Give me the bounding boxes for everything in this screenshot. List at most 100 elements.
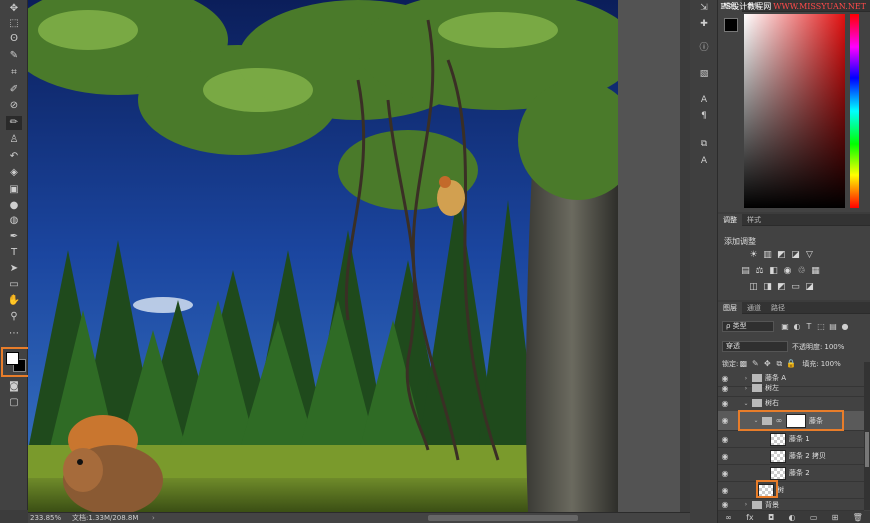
gradient-icon[interactable]: ▣ <box>6 183 22 197</box>
horizontal-scrollbar[interactable] <box>428 515 578 521</box>
chevron-right-icon[interactable]: › <box>742 385 750 392</box>
healing-icon[interactable]: ⊘ <box>6 99 22 113</box>
lock-artboard-icon[interactable]: ⧉ <box>774 359 784 369</box>
character-styles-icon[interactable]: A <box>697 155 711 168</box>
eye-icon[interactable]: ◉ <box>718 399 732 408</box>
eyedropper-icon[interactable]: ✐ <box>6 83 22 97</box>
blend-mode-select[interactable]: 穿透 <box>722 341 788 352</box>
foreground-color[interactable] <box>6 352 19 365</box>
lasso-icon[interactable]: ʘ <box>6 32 22 46</box>
eye-icon[interactable]: ◉ <box>718 416 732 425</box>
photo-filter-icon[interactable]: ◉ <box>782 266 793 276</box>
magic-wand-icon[interactable]: ✎ <box>6 49 22 63</box>
layers-scrollbar[interactable] <box>864 362 870 510</box>
layer-row[interactable]: ◉ 藤条 2 拷贝 <box>718 448 864 465</box>
tab-styles[interactable]: 样式 <box>742 214 766 226</box>
chevron-right-icon[interactable]: › <box>742 501 750 508</box>
add-mask-icon[interactable]: ◘ <box>768 513 774 522</box>
filter-type-select[interactable]: ρ 类型 <box>722 321 774 332</box>
brush-icon[interactable]: ✏ <box>6 116 22 130</box>
levels-icon[interactable]: ▥ <box>762 250 773 260</box>
filter-smart-icon[interactable]: ▤ <box>828 322 838 332</box>
posterize-icon[interactable]: ◨ <box>762 282 773 292</box>
panel-foreground-swatch[interactable] <box>724 18 738 32</box>
lock-all-icon[interactable]: 🔒 <box>786 359 796 369</box>
exposure-icon[interactable]: ◪ <box>790 250 801 260</box>
curves-icon[interactable]: ◩ <box>776 250 787 260</box>
tab-adjustments[interactable]: 调整 <box>718 213 742 226</box>
eye-icon[interactable]: ◉ <box>718 500 732 509</box>
layer-row[interactable]: ◉ 藤条 2 <box>718 465 864 482</box>
status-menu-arrow[interactable]: › <box>152 514 162 522</box>
lock-pixels-icon[interactable]: ▩ <box>738 359 748 369</box>
eye-icon[interactable]: ◉ <box>718 435 732 444</box>
character-icon[interactable]: A <box>697 94 711 107</box>
channel-mixer-icon[interactable]: ♲ <box>796 266 807 276</box>
trash-icon[interactable]: 🗑 <box>853 513 863 522</box>
filter-adjust-icon[interactable]: ◐ <box>792 322 802 332</box>
pen-icon[interactable]: ✒ <box>6 230 22 244</box>
hand-icon[interactable]: ✋ <box>6 294 22 308</box>
filter-pixel-icon[interactable]: ▣ <box>780 322 790 332</box>
layer-row[interactable]: ◉ 树 <box>718 482 864 499</box>
new-layer-icon[interactable]: ⊞ <box>832 513 839 522</box>
color-lookup-icon[interactable]: ▦ <box>810 266 821 276</box>
filter-type-icon[interactable]: T <box>804 322 814 332</box>
hue-sat-icon[interactable]: ▤ <box>740 266 751 276</box>
shape-icon[interactable]: ▭ <box>6 278 22 292</box>
eye-icon[interactable]: ◉ <box>718 486 732 495</box>
layer-row[interactable]: ◉ 藤条 1 <box>718 431 864 448</box>
lock-brush-icon[interactable]: ✎ <box>750 359 760 369</box>
tab-layers[interactable]: 图层 <box>718 301 742 314</box>
link-layers-icon[interactable]: ∞ <box>725 513 732 522</box>
eye-icon[interactable]: ◉ <box>718 384 732 393</box>
crop-icon[interactable]: ⌗ <box>6 66 22 80</box>
color-swatch-highlight[interactable] <box>1 347 31 377</box>
lock-move-icon[interactable]: ✥ <box>762 359 772 369</box>
marquee-icon[interactable]: ⬚ <box>6 17 22 31</box>
chevron-down-icon[interactable]: ⌄ <box>742 400 750 407</box>
invert-icon[interactable]: ◫ <box>748 282 759 292</box>
move-icon[interactable]: ✥ <box>6 2 22 16</box>
eraser-icon[interactable]: ◈ <box>6 166 22 180</box>
zoom-icon[interactable]: ⚲ <box>6 310 22 324</box>
quick-mask-icon[interactable]: ◙ <box>6 380 22 394</box>
layer-row-group[interactable]: ◉ › 背景 <box>718 499 864 511</box>
stamp-icon[interactable]: ♙ <box>6 133 22 147</box>
brush-presets-icon[interactable]: ▧ <box>697 68 711 81</box>
hue-slider[interactable] <box>850 14 859 208</box>
eye-icon[interactable]: ◉ <box>718 469 732 478</box>
dodge-icon[interactable]: ◍ <box>6 214 22 228</box>
brightness-icon[interactable]: ☀ <box>748 250 759 260</box>
type-icon[interactable]: T <box>6 246 22 260</box>
actions-icon[interactable]: ✚ <box>697 18 711 31</box>
eye-icon[interactable]: ◉ <box>718 452 732 461</box>
paragraph-icon[interactable]: ¶ <box>697 110 711 123</box>
opacity-value[interactable]: 100% <box>824 343 844 351</box>
adjustment-layer-icon[interactable]: ◐ <box>789 513 796 522</box>
blur-icon[interactable]: ● <box>6 199 22 213</box>
fill-value[interactable]: 100% <box>821 360 841 368</box>
vibrance-icon[interactable]: ▽ <box>804 250 815 260</box>
history-icon[interactable]: ⇲ <box>697 2 711 15</box>
new-group-icon[interactable]: ▭ <box>810 513 818 522</box>
history-brush-icon[interactable]: ↶ <box>6 150 22 164</box>
color-picker-field[interactable] <box>744 14 845 208</box>
screen-mode-icon[interactable]: ▢ <box>6 396 22 410</box>
zoom-level[interactable]: 233.85% <box>28 514 72 522</box>
color-balance-icon[interactable]: ⚖ <box>754 266 765 276</box>
black-white-icon[interactable]: ◧ <box>768 266 779 276</box>
threshold-icon[interactable]: ◩ <box>776 282 787 292</box>
filter-toggle-icon[interactable]: ● <box>840 322 850 332</box>
fx-icon[interactable]: fx <box>746 513 754 522</box>
more-icon[interactable]: ⋯ <box>6 327 22 341</box>
selective-color-icon[interactable]: ◪ <box>804 282 815 292</box>
tab-channels[interactable]: 通道 <box>742 302 766 314</box>
info-icon[interactable]: ⓘ <box>697 42 711 55</box>
gradient-map-icon[interactable]: ▭ <box>790 282 801 292</box>
document-canvas[interactable] <box>28 0 618 512</box>
path-select-icon[interactable]: ➤ <box>6 262 22 276</box>
tab-paths[interactable]: 路径 <box>766 302 790 314</box>
filter-shape-icon[interactable]: ⬚ <box>816 322 826 332</box>
glyphs-icon[interactable]: ⧉ <box>697 138 711 151</box>
